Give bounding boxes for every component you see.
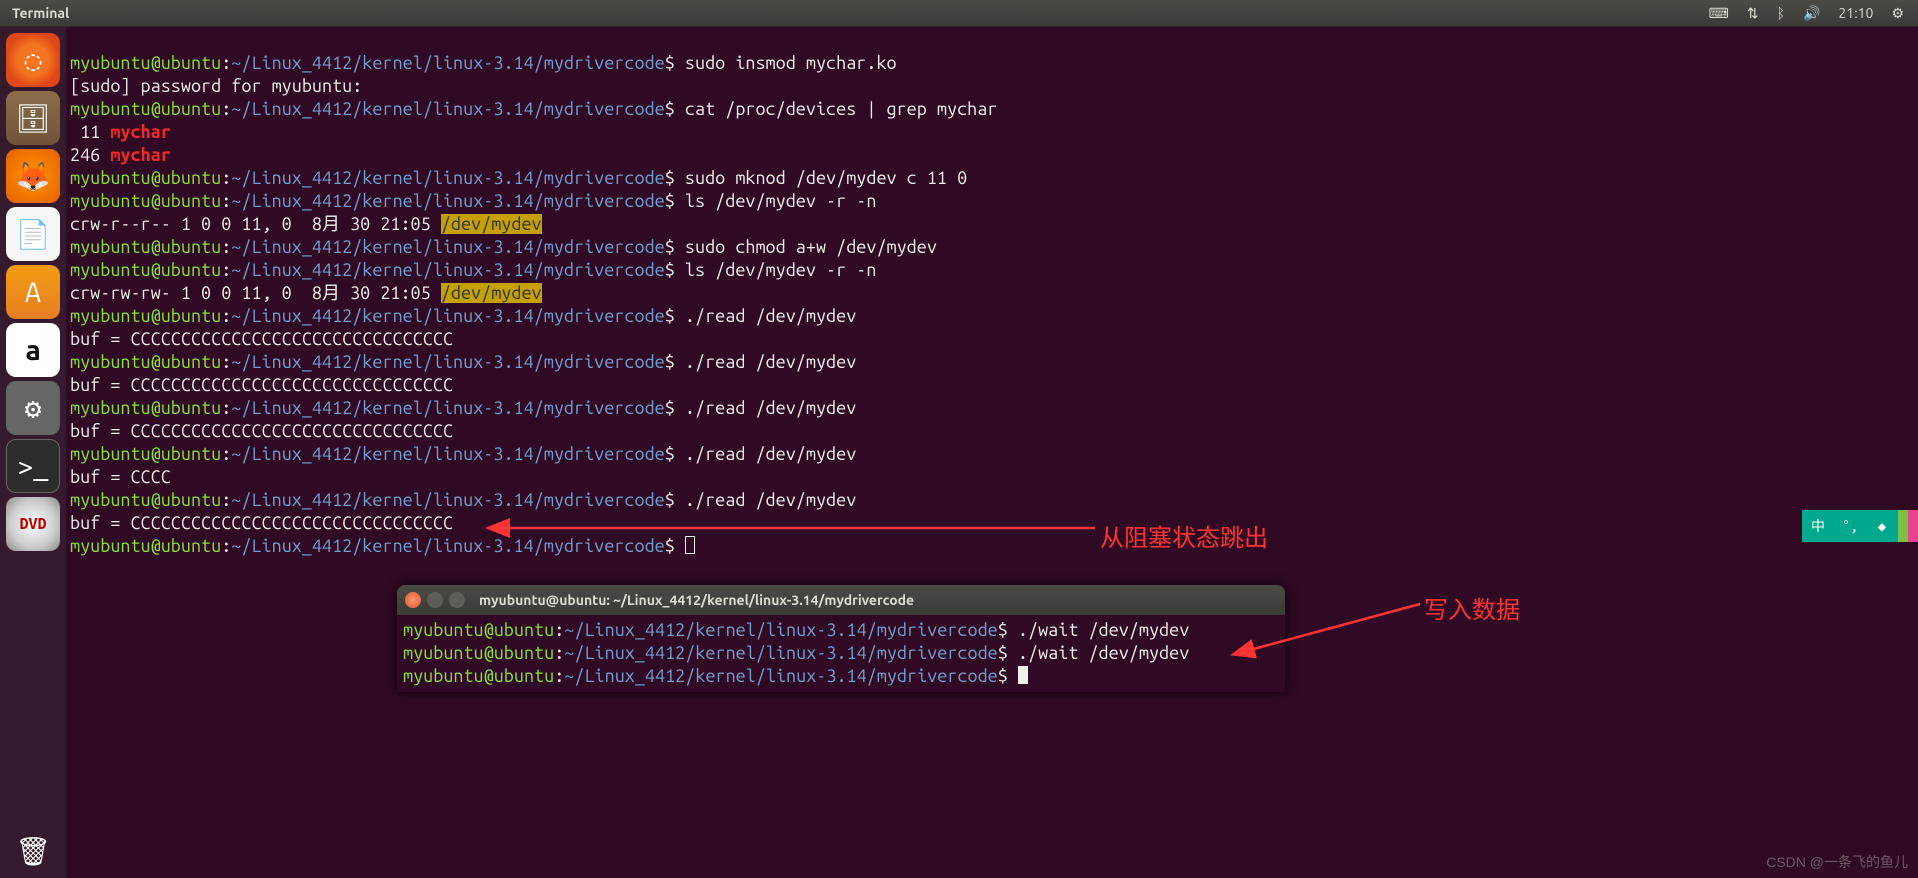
output: buf = CCCCCCCCCCCCCCCCCCCCCCCCCCCCCCCC (70, 421, 453, 441)
amazon-icon[interactable]: a (6, 323, 60, 377)
cmd: ./wait /dev/mydev (1018, 620, 1189, 640)
terminal-second[interactable]: myubuntu@ubuntu: ~/Linux_4412/kernel/lin… (397, 585, 1285, 692)
active-app[interactable]: Terminal (0, 5, 81, 21)
output: [sudo] password for myubuntu: (70, 76, 362, 96)
ime-punct[interactable]: °, (1834, 510, 1866, 542)
annotation-1: 从阻塞状态跳出 (1100, 518, 1268, 553)
output: buf = CCCCCCCCCCCCCCCCCCCCCCCCCCCCCCCC (70, 375, 453, 395)
terminal-main[interactable]: myubuntu@ubuntu:~/Linux_4412/kernel/linu… (66, 27, 1918, 878)
bluetooth-icon[interactable]: ᛒ (1777, 5, 1785, 21)
dash-icon[interactable]: ◌ (6, 33, 60, 87)
watermark: CSDN @一条飞的鱼儿 (1766, 852, 1908, 872)
cmd: ./read /dev/mydev (685, 398, 856, 418)
gear-icon[interactable]: ⚙ (1891, 5, 1904, 22)
terminal-body[interactable]: myubuntu@ubuntu:~/Linux_4412/kernel/linu… (397, 615, 1285, 692)
ime-mode[interactable]: ◆ (1866, 510, 1898, 542)
document-icon[interactable]: 📄 (6, 207, 60, 261)
files-icon[interactable]: 🗄 (6, 91, 60, 145)
launcher: ◌ 🗄 🦊 📄 A a ⚙ >_ DVD 🗑 (0, 27, 66, 878)
top-panel: Terminal ⌨ ⇅ ᛒ 🔊 21:10 ⚙ (0, 0, 1918, 27)
cmd: ls /dev/mydev -r -n (685, 191, 877, 211)
output: buf = CCCCCCCCCCCCCCCCCCCCCCCCCCCCCCCC (70, 329, 453, 349)
ime-color-a (1898, 510, 1908, 542)
cursor (685, 536, 695, 554)
output: buf = CCCC (70, 467, 171, 487)
path-highlight: /dev/mydev (441, 214, 542, 234)
cmd: ls /dev/mydev -r -n (685, 260, 877, 280)
ime-indicator[interactable]: 中 °, ◆ (1802, 510, 1918, 542)
ime-color-b (1908, 510, 1918, 542)
window-title: myubuntu@ubuntu: ~/Linux_4412/kernel/lin… (479, 592, 914, 608)
clock[interactable]: 21:10 (1838, 5, 1873, 21)
firefox-icon[interactable]: 🦊 (6, 149, 60, 203)
match: mychar (110, 145, 170, 165)
prompt-path: ~/Linux_4412/kernel/linux-3.14/mydriverc… (231, 53, 664, 73)
minimize-icon[interactable] (427, 592, 443, 608)
trash-icon[interactable]: 🗑 (6, 824, 60, 878)
cmd: ./wait /dev/mydev (1018, 643, 1189, 663)
software-center-icon[interactable]: A (6, 265, 60, 319)
settings-icon[interactable]: ⚙ (6, 381, 60, 435)
close-icon[interactable] (405, 592, 421, 608)
cmd: ./read /dev/mydev (685, 306, 856, 326)
match: mychar (110, 122, 170, 142)
path-highlight: /dev/mydev (441, 283, 542, 303)
cmd: sudo mknod /dev/mydev c 11 0 (685, 168, 967, 188)
output: buf = CCCCCCCCCCCCCCCCCCCCCCCCCCCCCCCC (70, 513, 453, 533)
cmd: sudo insmod mychar.ko (685, 53, 897, 73)
system-tray: ⌨ ⇅ ᛒ 🔊 21:10 ⚙ (1709, 5, 1918, 22)
annotation-2: 写入数据 (1424, 590, 1520, 625)
network-icon[interactable]: ⇅ (1747, 5, 1759, 22)
ime-lang[interactable]: 中 (1802, 510, 1834, 542)
prompt-user: myubuntu@ubuntu (70, 53, 221, 73)
cursor (1018, 666, 1028, 684)
dvd-icon[interactable]: DVD (6, 497, 60, 551)
cmd: cat /proc/devices | grep mychar (685, 99, 997, 119)
maximize-icon[interactable] (449, 592, 465, 608)
volume-icon[interactable]: 🔊 (1803, 5, 1820, 22)
cmd: ./read /dev/mydev (685, 490, 856, 510)
keyboard-icon[interactable]: ⌨ (1709, 5, 1729, 22)
cmd: ./read /dev/mydev (685, 352, 856, 372)
cmd: sudo chmod a+w /dev/mydev (685, 237, 937, 257)
titlebar[interactable]: myubuntu@ubuntu: ~/Linux_4412/kernel/lin… (397, 585, 1285, 615)
terminal-icon[interactable]: >_ (6, 439, 60, 493)
cmd: ./read /dev/mydev (685, 444, 856, 464)
